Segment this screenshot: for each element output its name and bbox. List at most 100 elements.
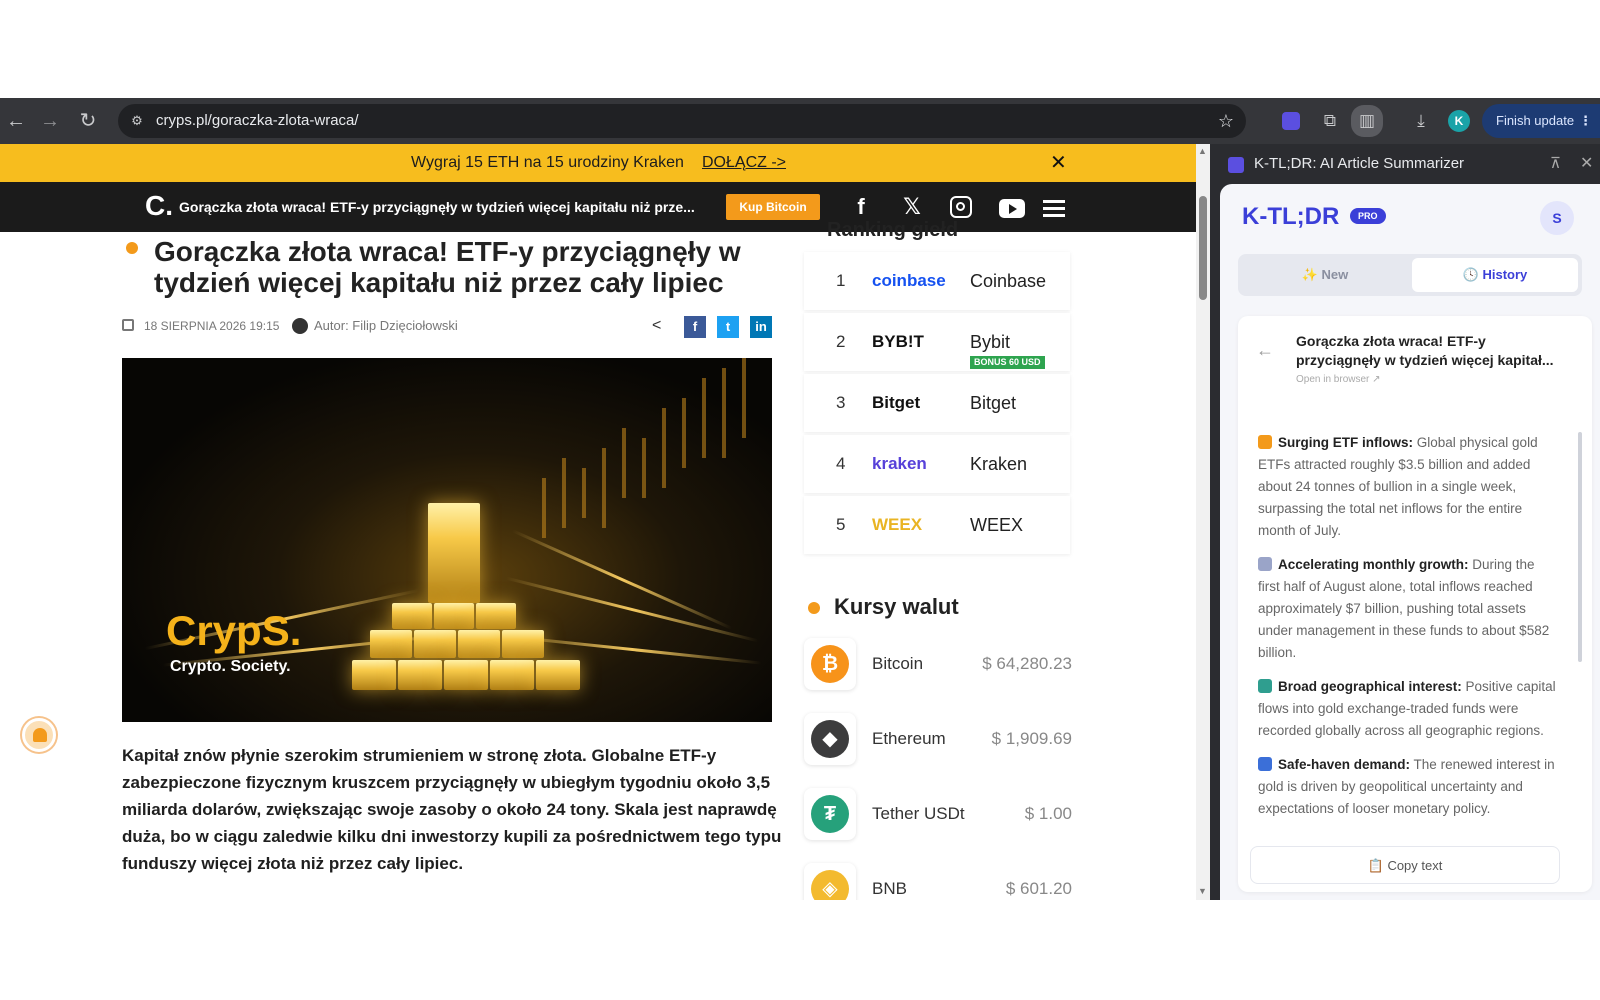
coin-name: Bitcoin — [872, 654, 924, 673]
facebook-share-icon[interactable]: f — [684, 316, 706, 338]
notification-bell-icon[interactable] — [22, 718, 56, 752]
exchange-name[interactable]: Bitget — [970, 374, 1016, 432]
ranking-number: 4 — [836, 454, 846, 473]
rate-item[interactable]: ◆ Ethereum $ 1,909.69 — [804, 713, 1072, 773]
buy-bitcoin-button[interactable]: Kup Bitcoin — [726, 194, 820, 220]
ranking-item[interactable]: 5 WEEX WEEX — [804, 496, 1070, 554]
exchange-name[interactable]: Kraken — [970, 435, 1027, 493]
ranking-item[interactable]: 4 kraken Kraken — [804, 435, 1070, 493]
author-avatar — [292, 318, 308, 334]
brand-name: K-TL;DR — [1242, 203, 1340, 230]
finish-update-label: Finish update — [1496, 113, 1575, 128]
profile-avatar[interactable]: K — [1448, 110, 1470, 132]
site-header-bar: C. Gorączka złota wraca! ETF-y przyciągn… — [0, 182, 1196, 232]
coin-price: $ 64,280.23 — [982, 654, 1072, 673]
rate-item[interactable]: ₿ Bitcoin $ 64,280.23 — [804, 638, 1072, 698]
calendar-icon — [122, 319, 134, 331]
star-icon[interactable]: ☆ — [1218, 104, 1234, 138]
promo-text: Wygraj 15 ETH na 15 urodziny Kraken — [411, 154, 684, 171]
site-logo[interactable]: C. — [145, 191, 173, 221]
summary-card: ← Gorączka złota wraca! ETF-y przyciągnę… — [1238, 316, 1592, 892]
ranking-item[interactable]: 2 BYB!T Bybit BONUS 60 USD — [804, 313, 1070, 371]
side-panel-title[interactable]: K-TL;DR: AI Article Summarizer — [1254, 144, 1464, 184]
summary-point-text: During the first half of August alone, t… — [1258, 557, 1550, 660]
ranking-item[interactable]: 3 Bitget Bitget — [804, 374, 1070, 432]
exchange-logo[interactable]: BYB!T — [872, 313, 924, 371]
copy-text-button[interactable]: 📋 Copy text — [1250, 846, 1560, 884]
exchange-name[interactable]: WEEX — [970, 496, 1023, 554]
page-scrollbar[interactable]: ▲ ▼ — [1196, 144, 1210, 900]
article-author[interactable]: Autor: Filip Dzięciołowski — [314, 316, 458, 336]
open-in-browser-link[interactable]: Open in browser ↗ — [1296, 374, 1381, 385]
tab-new[interactable]: ✨ New — [1242, 258, 1408, 292]
promo-close-icon[interactable]: ✕ — [1050, 144, 1067, 182]
mode-tabs: ✨ New 🕓 History — [1238, 254, 1582, 296]
download-icon[interactable]: ⤓ — [1408, 108, 1434, 134]
bnb-icon: ◈ — [804, 863, 856, 900]
promo-join-link[interactable]: DOŁĄCZ -> — [702, 144, 786, 182]
summary-scrollbar[interactable] — [1578, 432, 1582, 662]
summary-point-heading: Safe-haven demand: — [1278, 757, 1411, 772]
reload-icon[interactable]: ↻ — [74, 107, 102, 135]
promo-banner: Wygraj 15 ETH na 15 urodziny Kraken DOŁĄ… — [0, 144, 1196, 182]
article-lead: Kapitał znów płynie szerokim strumieniem… — [122, 746, 782, 873]
extensions-puzzle-icon[interactable]: ⧉ — [1317, 108, 1343, 134]
ranking-number: 2 — [836, 332, 846, 351]
scrollbar-thumb[interactable] — [1199, 196, 1207, 300]
tab-history[interactable]: 🕓 History — [1412, 258, 1578, 292]
article-date: 18 SIERPNIA 2026 19:15 — [144, 319, 280, 333]
exchange-logo[interactable]: kraken — [872, 435, 927, 493]
youtube-icon[interactable] — [997, 192, 1027, 222]
ranking-heading: Ranking giełd — [827, 219, 959, 241]
coin-name: Tether USDt — [872, 804, 965, 823]
rate-item[interactable]: ₮ Tether USDt $ 1.00 — [804, 788, 1072, 848]
sticky-article-title: Gorączka złota wraca! ETF-y przyciągnęły… — [179, 199, 695, 215]
exchange-name[interactable]: Coinbase — [970, 252, 1046, 310]
coin-price: $ 601.20 — [1005, 879, 1072, 898]
rate-item[interactable]: ◈ BNB $ 601.20 — [804, 863, 1072, 900]
hamburger-menu-icon[interactable] — [1039, 192, 1069, 222]
linkedin-share-icon[interactable]: in — [750, 316, 772, 338]
twitter-share-icon[interactable]: t — [717, 316, 739, 338]
ktldr-extension-icon[interactable] — [1282, 112, 1300, 130]
exchange-logo[interactable]: coinbase — [872, 252, 946, 310]
finish-update-button[interactable]: Finish update ⋮ — [1482, 104, 1600, 138]
bonus-badge: BONUS 60 USD — [970, 356, 1045, 369]
side-panel-header: K-TL;DR: AI Article Summarizer ⊼ ✕ — [1210, 144, 1600, 184]
ranking-item[interactable]: 1 coinbase Coinbase — [804, 252, 1070, 310]
bitcoin-icon: ₿ — [804, 638, 856, 690]
share-icon[interactable]: < — [652, 316, 661, 336]
forward-icon[interactable]: → — [36, 107, 64, 135]
summary-point: Surging ETF inflows: Global physical gol… — [1258, 432, 1558, 542]
address-bar[interactable]: ⚙ cryps.pl/goraczka-zlota-wraca/ ☆ — [118, 104, 1246, 138]
exchange-logo[interactable]: WEEX — [872, 496, 922, 554]
site-info-icon[interactable]: ⚙ — [128, 112, 146, 130]
more-vert-icon[interactable]: ⋮ — [1579, 104, 1592, 138]
web-page: Wygraj 15 ETH na 15 urodziny Kraken DOŁĄ… — [0, 144, 1196, 900]
side-panel-icon[interactable]: ▥ — [1351, 105, 1383, 137]
user-avatar[interactable]: S — [1540, 201, 1574, 235]
summary-point: Safe-haven demand: The renewed interest … — [1258, 754, 1558, 820]
tether-icon: ₮ — [804, 788, 856, 840]
back-arrow-icon[interactable]: ← — [1256, 340, 1274, 361]
pro-badge: PRO — [1350, 208, 1386, 224]
scroll-up-icon[interactable]: ▲ — [1198, 146, 1207, 156]
side-panel: K-TL;DR: AI Article Summarizer ⊼ ✕ K-TL;… — [1210, 144, 1600, 900]
close-icon[interactable]: ✕ — [1580, 144, 1593, 184]
scroll-down-icon[interactable]: ▼ — [1198, 886, 1207, 896]
bullet-icon — [1258, 679, 1272, 693]
ktldr-logo-icon — [1228, 157, 1244, 173]
extension-body: K-TL;DR PRO S ✨ New 🕓 History ← Gorączka… — [1220, 184, 1600, 900]
back-icon[interactable]: ← — [2, 107, 30, 135]
url-text[interactable]: cryps.pl/goraczka-zlota-wraca/ — [156, 104, 359, 138]
exchange-logo[interactable]: Bitget — [872, 374, 920, 432]
summary-point: Broad geographical interest: Positive ca… — [1258, 676, 1558, 742]
unpin-icon[interactable]: ⊼ — [1550, 144, 1561, 184]
bullet-icon — [1258, 757, 1272, 771]
summary-text: Surging ETF inflows: Global physical gol… — [1258, 432, 1558, 828]
ranking-number: 3 — [836, 393, 846, 412]
summary-point-text: Global physical gold ETFs attracted roug… — [1258, 435, 1538, 538]
summary-point-heading: Broad geographical interest: — [1278, 679, 1462, 694]
coin-price: $ 1.00 — [1024, 804, 1072, 823]
rates-bullet — [808, 602, 820, 614]
